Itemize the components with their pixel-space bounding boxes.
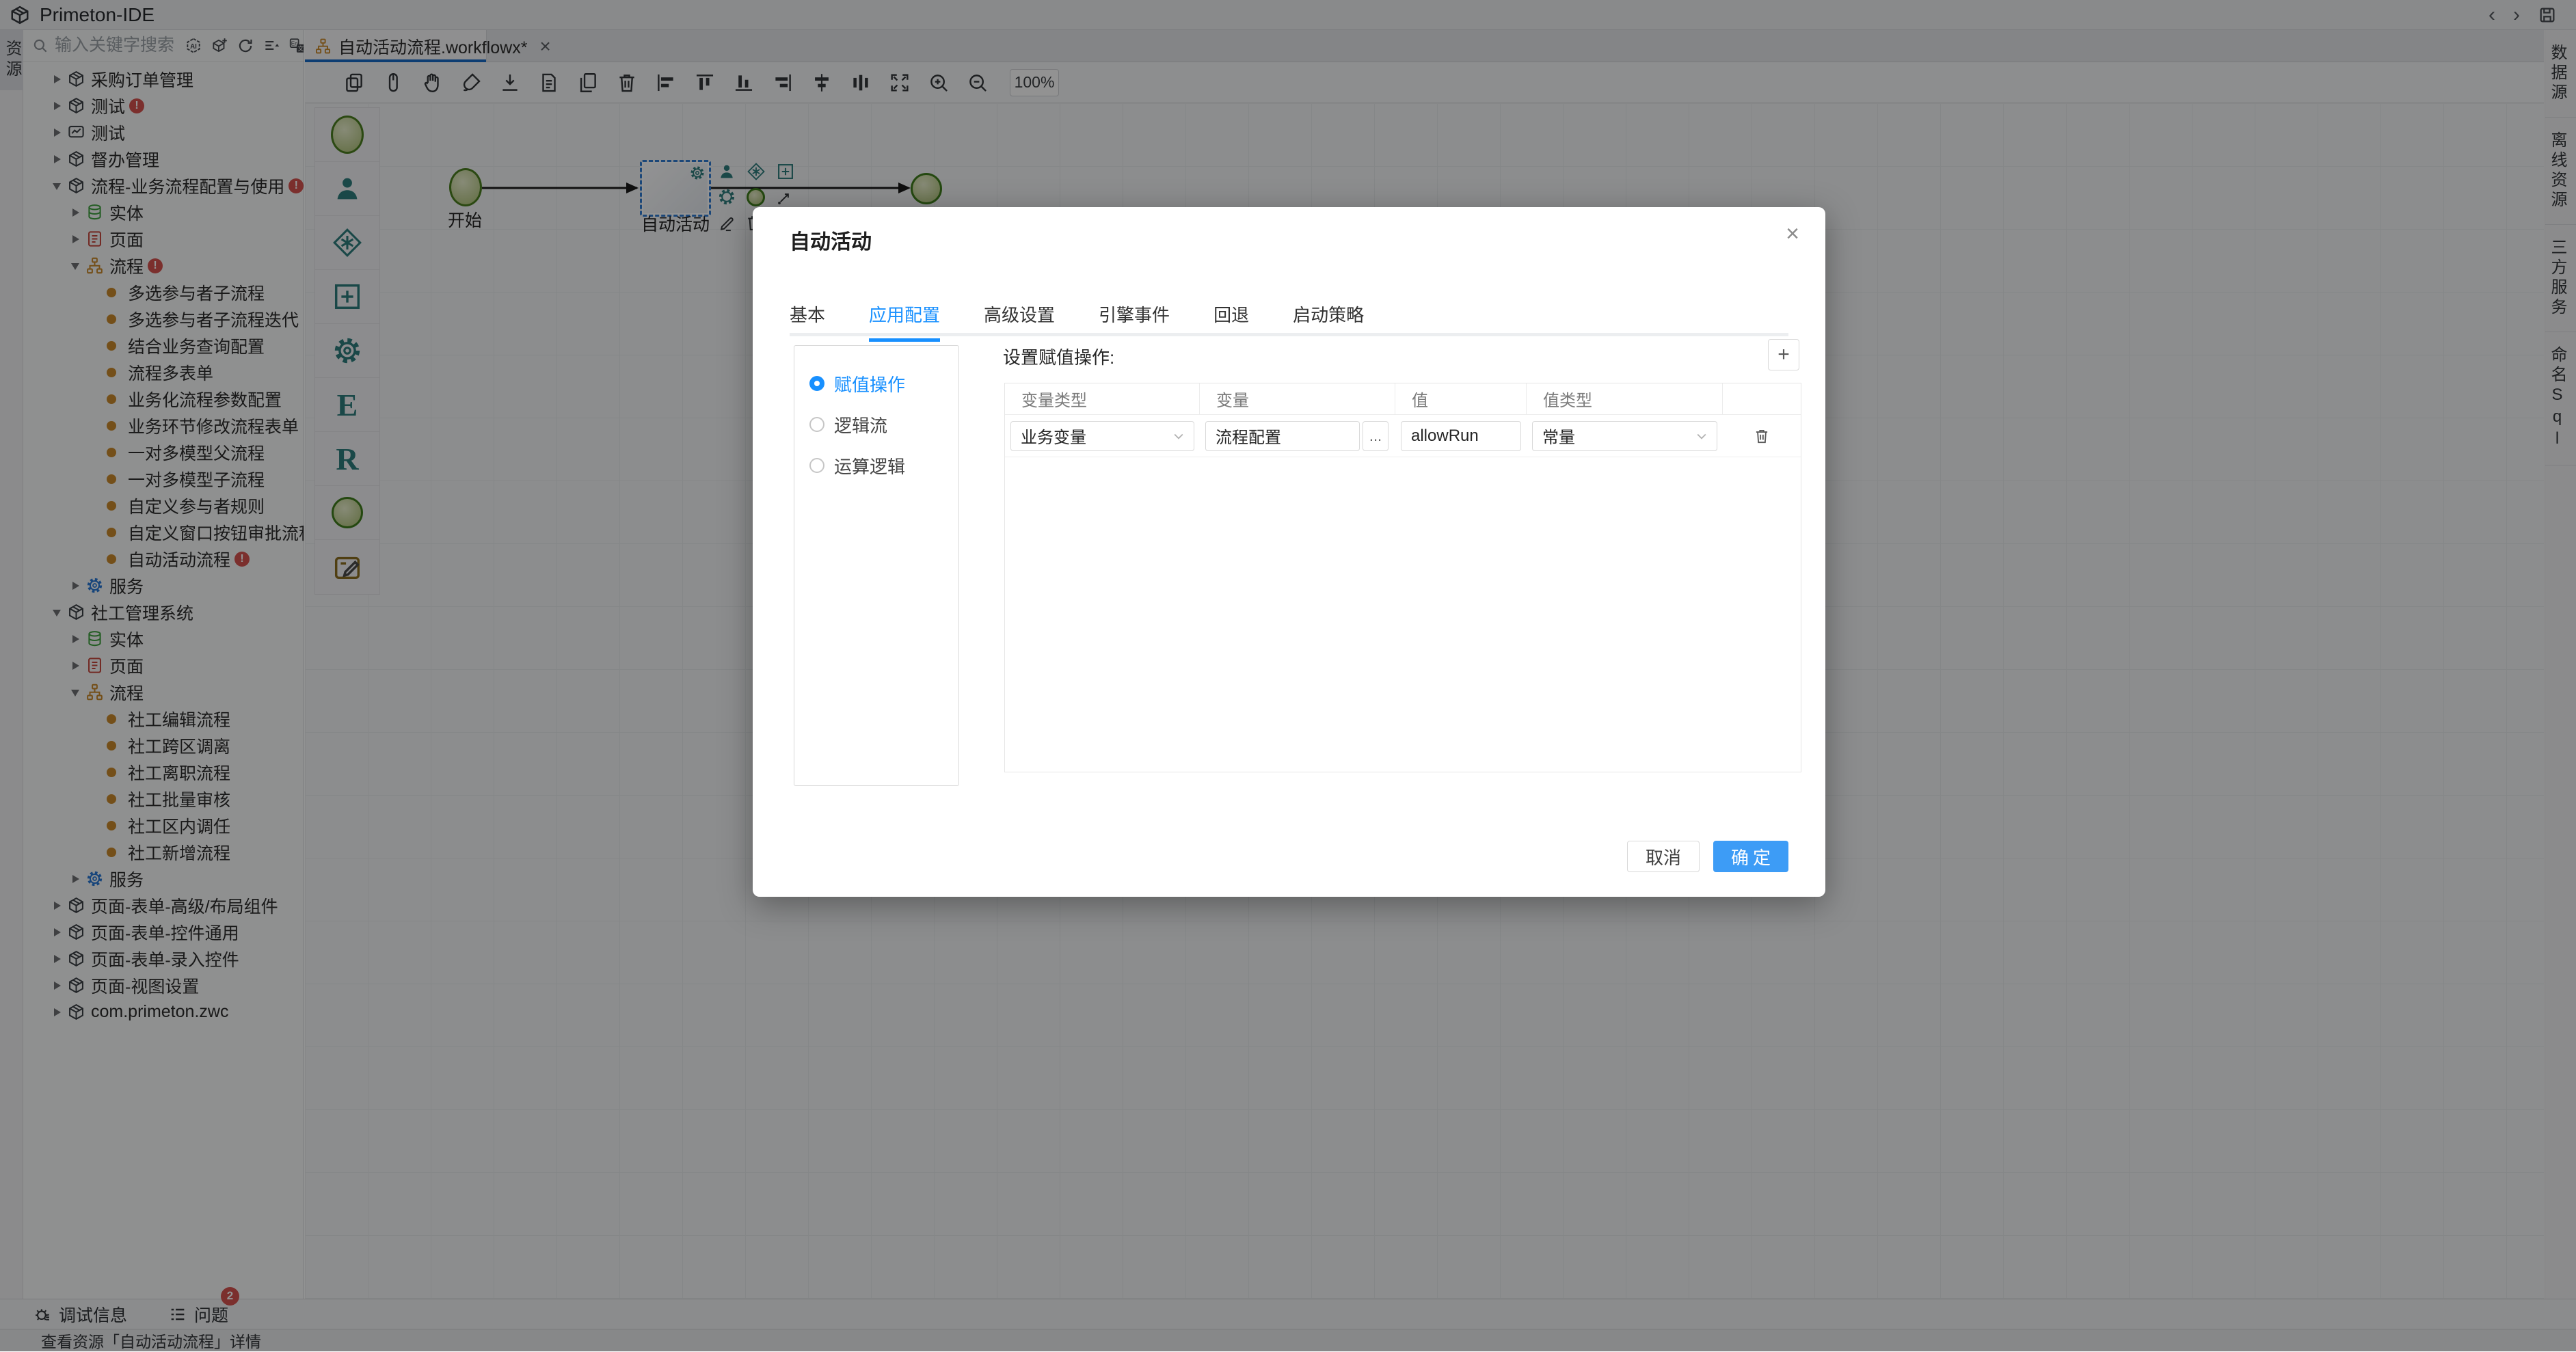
ok-button[interactable]: 确定 xyxy=(1713,841,1788,872)
tab-start-strategy[interactable]: 启动策略 xyxy=(1293,301,1364,339)
table-row: 业务变量 流程配置 ... allowRun 常量 xyxy=(1005,415,1801,457)
dialog-footer: 取消 确定 xyxy=(1627,841,1788,872)
radio-icon xyxy=(809,376,824,391)
dialog-tabs: 基本 应用配置 高级设置 引擎事件 回退 启动策略 xyxy=(790,301,1364,339)
table-header-row: 变量类型 变量 值 值类型 xyxy=(1005,383,1801,415)
value-input[interactable]: allowRun xyxy=(1401,421,1521,451)
radio-icon xyxy=(809,458,824,473)
radio-logic-flow[interactable]: 逻辑流 xyxy=(809,413,958,436)
tab-advanced-settings[interactable]: 高级设置 xyxy=(984,301,1055,339)
dialog-title: 自动活动 xyxy=(790,225,872,255)
variable-type-select[interactable]: 业务变量 xyxy=(1010,421,1194,451)
auto-activity-dialog: 自动活动 × 基本 应用配置 高级设置 引擎事件 回退 启动策略 赋值操作 逻辑… xyxy=(753,207,1825,897)
cancel-button[interactable]: 取消 xyxy=(1627,841,1700,872)
chevron-down-icon xyxy=(1695,429,1708,443)
radio-icon xyxy=(809,417,824,432)
variable-picker-button[interactable]: ... xyxy=(1363,421,1388,451)
tab-basic[interactable]: 基本 xyxy=(790,301,825,339)
config-section-panel: 赋值操作 逻辑流 运算逻辑 xyxy=(794,345,959,786)
close-icon[interactable]: × xyxy=(1786,222,1799,245)
header-variable: 变量 xyxy=(1200,383,1395,414)
header-value: 值 xyxy=(1395,383,1527,414)
tab-engine-events[interactable]: 引擎事件 xyxy=(1099,301,1170,339)
header-value-type: 值类型 xyxy=(1527,383,1723,414)
variable-input[interactable]: 流程配置 xyxy=(1205,421,1360,451)
tab-app-config[interactable]: 应用配置 xyxy=(869,301,940,339)
radio-operation-logic[interactable]: 运算逻辑 xyxy=(809,454,958,477)
delete-row-icon[interactable] xyxy=(1753,427,1771,445)
add-row-button[interactable]: + xyxy=(1768,339,1799,370)
value-type-select[interactable]: 常量 xyxy=(1532,421,1717,451)
tab-rollback[interactable]: 回退 xyxy=(1213,301,1249,339)
chevron-down-icon xyxy=(1172,429,1185,443)
header-variable-type: 变量类型 xyxy=(1005,383,1200,414)
assignment-table: 变量类型 变量 值 值类型 业务变量 流程配置 ... allowRun xyxy=(1004,383,1801,772)
radio-assignment-operation[interactable]: 赋值操作 xyxy=(809,372,958,395)
header-actions xyxy=(1723,383,1801,414)
assignment-section-label: 设置赋值操作: xyxy=(1003,344,1114,369)
